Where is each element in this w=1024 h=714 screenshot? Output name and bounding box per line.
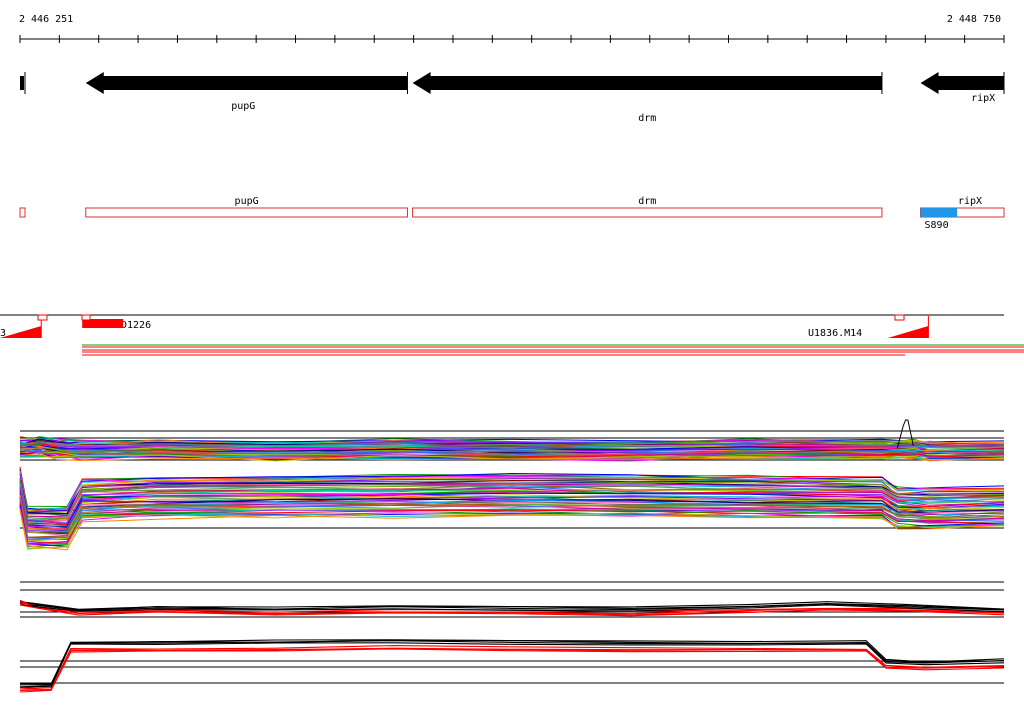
panel2-bottom-red-3 bbox=[19, 647, 1005, 692]
feature-track: 3 D1226 U1836.M14 bbox=[0, 314, 1024, 356]
u1836-label: U1836.M14 bbox=[808, 328, 862, 339]
annotation-s890-label: S890 bbox=[925, 220, 949, 231]
expression-panel-2 bbox=[19, 581, 1005, 693]
left-wedge-feature bbox=[0, 326, 42, 338]
gene-labels: pupG drm ripX bbox=[231, 93, 995, 124]
gene-drm-arrow bbox=[412, 72, 882, 94]
panel1-bottom-series-54 bbox=[19, 510, 1005, 550]
annotation-partial-left bbox=[19, 207, 26, 218]
u1836-marker-box bbox=[894, 314, 905, 321]
gene-pupG-label: pupG bbox=[231, 101, 255, 112]
d1226-marker-box bbox=[81, 314, 91, 321]
genome-browser-canvas: 2 446 251 2 448 750 pupG drm ripX pupG drm r… bbox=[0, 14, 1024, 693]
expression-panel-1 bbox=[19, 419, 1005, 551]
gene-partial-left-arrow bbox=[20, 76, 24, 90]
gene-ripX-label: ripX bbox=[971, 93, 995, 104]
ruler-end-label: 2 448 750 bbox=[947, 14, 1001, 25]
annotation-track bbox=[19, 207, 1005, 218]
gene-ripX-arrow bbox=[920, 72, 1004, 94]
left-feature-box bbox=[37, 314, 48, 321]
annotation-s890-box bbox=[920, 208, 958, 217]
gene-track bbox=[20, 72, 1005, 94]
ruler-start-label: 2 446 251 bbox=[19, 14, 73, 25]
panel2-bottom-red-4 bbox=[19, 648, 1005, 693]
coordinate-ruler: 2 446 251 2 448 750 bbox=[19, 14, 1005, 43]
gene-pupG-arrow bbox=[85, 72, 408, 94]
gene-drm-label: drm bbox=[638, 113, 656, 124]
ann-pupG-label: pupG bbox=[235, 196, 259, 207]
right-wedge-feature bbox=[887, 326, 929, 338]
panel2-bottom-black-3 bbox=[19, 640, 1005, 688]
d1226-label: D1226 bbox=[121, 320, 151, 331]
ann-pupG-box bbox=[85, 207, 408, 218]
ann-drm-label: drm bbox=[638, 196, 656, 207]
ann-drm-box bbox=[412, 207, 883, 218]
ann-ripX-label: ripX bbox=[958, 196, 982, 207]
